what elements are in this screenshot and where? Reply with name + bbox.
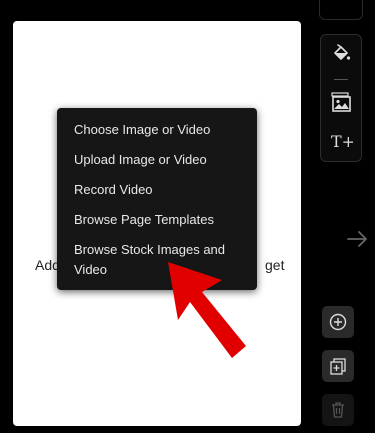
delete-page-icon <box>332 402 344 418</box>
add-page-button[interactable] <box>322 306 354 338</box>
tool-panel: T+ <box>320 34 362 162</box>
paint-bucket-icon[interactable] <box>329 42 353 66</box>
add-page-icon <box>329 313 347 331</box>
annotation-arrow-icon <box>160 262 250 362</box>
duplicate-page-button[interactable] <box>322 350 354 382</box>
menu-item-browse-page-templates[interactable]: Browse Page Templates <box>74 210 250 230</box>
menu-item-choose-image-or-video[interactable]: Choose Image or Video <box>74 120 250 140</box>
hint-text-end: get <box>265 257 285 273</box>
add-text-icon[interactable]: T+ <box>329 129 355 153</box>
top-panel-edge <box>319 0 363 20</box>
menu-item-record-video[interactable]: Record Video <box>74 180 250 200</box>
svg-text:T+: T+ <box>331 132 353 151</box>
delete-page-button[interactable] <box>322 394 354 426</box>
next-arrow-icon[interactable] <box>346 228 370 250</box>
image-gallery-icon[interactable] <box>329 90 353 114</box>
tool-divider <box>334 79 348 80</box>
menu-item-upload-image-or-video[interactable]: Upload Image or Video <box>74 150 250 170</box>
duplicate-page-icon <box>330 358 346 375</box>
